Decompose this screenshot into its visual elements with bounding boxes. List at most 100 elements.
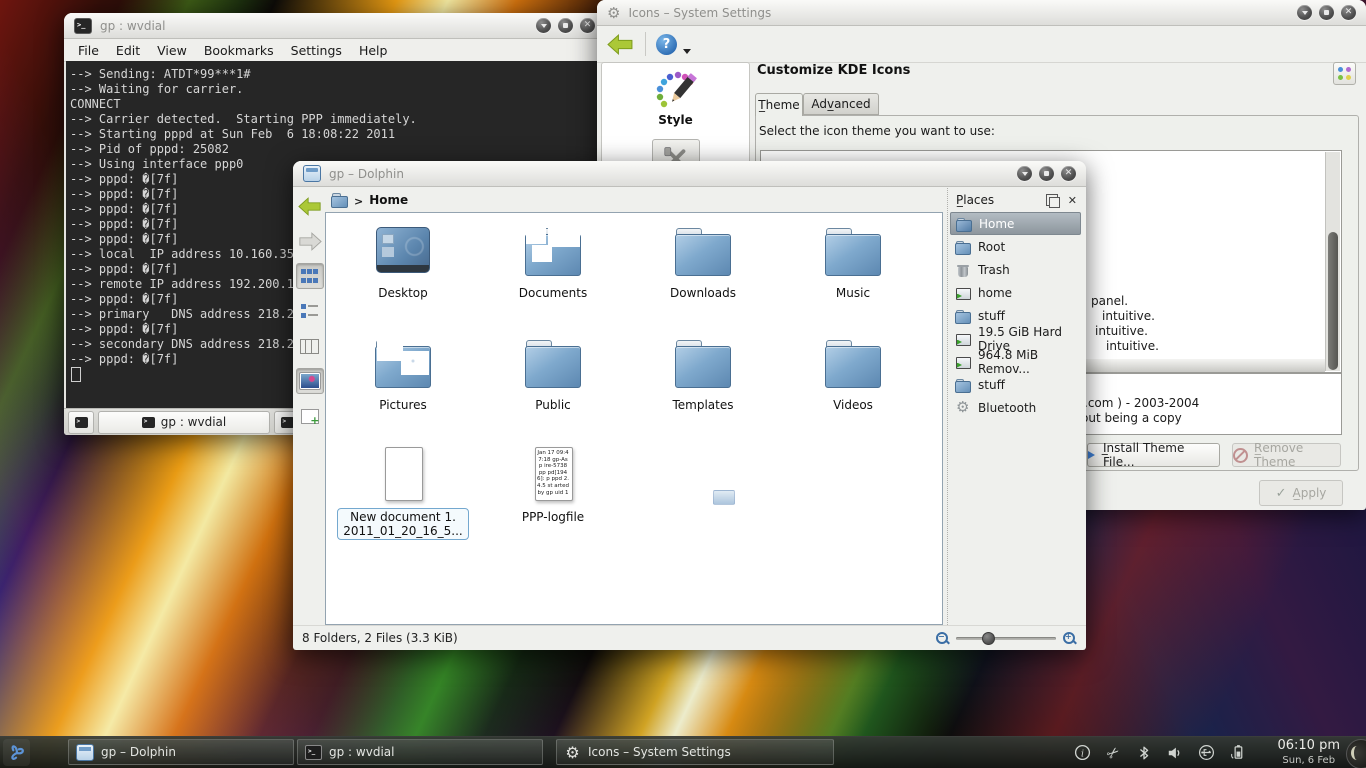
close-panel-icon[interactable]: ✕ — [1068, 194, 1077, 207]
place-label: Root — [978, 240, 1005, 254]
breadcrumb-separator-icon — [354, 190, 363, 209]
place-item[interactable]: home — [948, 281, 1083, 304]
maximize-button[interactable] — [1039, 166, 1054, 181]
system-settings-titlebar[interactable]: ⚙ Icons – System Settings ✕ — [597, 0, 1366, 26]
icon-theme-select-label: Select the icon theme you want to use: — [759, 124, 995, 138]
breadcrumb-home[interactable]: Home — [369, 193, 408, 207]
zoom-out-icon[interactable]: − — [935, 631, 950, 646]
info-icon[interactable]: i — [1073, 744, 1091, 762]
place-item[interactable]: Bluetooth — [948, 396, 1083, 419]
place-icon — [955, 262, 971, 278]
menu-item[interactable]: Bookmarks — [204, 43, 274, 58]
menu-item[interactable]: Settings — [291, 43, 342, 58]
file-item[interactable]: Public — [478, 331, 628, 443]
taskbar-task[interactable]: gp : wvdial — [297, 739, 543, 765]
place-item[interactable]: stuff — [948, 373, 1083, 396]
clock[interactable]: 06:10 pm Sun, 6 Feb — [1277, 738, 1340, 768]
close-button[interactable]: ✕ — [1061, 166, 1076, 181]
new-tab-button[interactable] — [68, 411, 94, 434]
taskbar-task[interactable]: Icons – System Settings — [556, 739, 834, 765]
file-item[interactable]: Pictures — [328, 331, 478, 443]
place-icon — [955, 400, 971, 416]
places-title: P̲laces — [956, 193, 1042, 207]
panel-cashew-icon[interactable] — [1346, 739, 1366, 768]
back-button[interactable] — [296, 193, 324, 219]
close-button[interactable]: ✕ — [580, 18, 595, 33]
folder-view[interactable]: Desktop Documents Downloads Music Pictur… — [325, 212, 943, 625]
file-item[interactable]: Jan 17 09:4 7:18 gp-Asp ire-5738 pp pd[1… — [478, 443, 628, 555]
battery-icon[interactable] — [1228, 744, 1246, 762]
chevron-down-icon[interactable] — [683, 49, 691, 54]
menu-item[interactable]: Edit — [116, 43, 140, 58]
sidebar-item-style[interactable]: Style — [654, 69, 698, 127]
preview-icon — [300, 373, 320, 389]
zoom-slider[interactable] — [956, 631, 1056, 646]
place-item[interactable]: Trash — [948, 258, 1083, 281]
remove-theme-button[interactable]: R̲emove Theme — [1232, 443, 1341, 467]
dolphin-titlebar[interactable]: gp – Dolphin ✕ — [293, 161, 1086, 187]
zoom-in-icon[interactable]: + — [1062, 631, 1077, 646]
file-item[interactable]: Documents — [478, 219, 628, 331]
back-arrow-icon — [607, 34, 634, 55]
place-item[interactable]: Root — [948, 235, 1083, 258]
preview-button[interactable] — [296, 368, 324, 394]
detach-panel-icon[interactable] — [1046, 194, 1058, 206]
scrollbar-thumb[interactable] — [1328, 232, 1338, 370]
usb-device-icon[interactable] — [1197, 744, 1215, 762]
file-item[interactable]: Desktop — [328, 219, 478, 331]
task-icon — [305, 745, 322, 760]
forward-arrow-icon — [298, 232, 322, 251]
app-launcher-button[interactable] — [3, 739, 30, 766]
file-item[interactable]: Templates — [628, 331, 778, 443]
scrollbar[interactable] — [1325, 152, 1340, 371]
maximize-button[interactable] — [1319, 5, 1334, 20]
place-item[interactable]: 964.8 MiB Remov... — [948, 350, 1083, 373]
theme-list-text: panel. — [1091, 294, 1128, 308]
file-item[interactable]: Videos — [778, 331, 928, 443]
apply-label: A̲pply — [1293, 486, 1327, 500]
task-icon — [564, 744, 581, 761]
terminal-line: --> Sending: ATDT*99***1# — [70, 67, 599, 82]
tab-theme[interactable]: T̲heme — [755, 93, 803, 116]
icons-view-button[interactable] — [296, 263, 324, 289]
file-item[interactable]: New document 1. 2011_01_20_16_5... — [328, 443, 478, 555]
menu-item[interactable]: File — [78, 43, 99, 58]
zoom-slider-handle[interactable] — [982, 632, 995, 645]
home-folder-icon[interactable] — [331, 193, 348, 207]
forward-button[interactable] — [296, 228, 324, 254]
minimize-button[interactable] — [1017, 166, 1032, 181]
details-view-button[interactable] — [296, 298, 324, 324]
place-label: Home — [979, 217, 1014, 231]
taskbar-task[interactable]: gp – Dolphin — [68, 739, 294, 765]
apply-button[interactable]: ✓ A̲pply — [1259, 480, 1343, 506]
volume-icon[interactable] — [1166, 744, 1184, 762]
columns-view-button[interactable] — [296, 333, 324, 359]
place-label: stuff — [978, 378, 1005, 392]
back-button[interactable] — [605, 32, 635, 56]
dolphin-window: gp – Dolphin ✕ Home — [293, 161, 1086, 650]
klipper-scissors-icon[interactable]: ✂ — [1104, 744, 1122, 762]
file-preview — [526, 225, 580, 265]
konsole-tab[interactable]: gp : wvdial — [98, 411, 270, 434]
minimize-button[interactable] — [1297, 5, 1312, 20]
file-item[interactable]: Downloads — [628, 219, 778, 331]
konsole-titlebar[interactable]: gp : wvdial ✕ — [64, 13, 605, 39]
menu-item[interactable]: View — [157, 43, 187, 58]
place-item[interactable]: Home — [950, 212, 1081, 235]
places-list: Home Root Trash home stuff — [948, 212, 1083, 419]
file-label: Music — [830, 284, 876, 302]
overview-grid-button[interactable] — [1333, 62, 1356, 85]
maximize-button[interactable] — [558, 18, 573, 33]
places-header[interactable]: P̲laces ✕ — [948, 188, 1083, 212]
file-preview — [377, 339, 429, 377]
file-icon — [521, 331, 585, 395]
menu-item[interactable]: Help — [359, 43, 388, 58]
help-button[interactable] — [656, 34, 677, 55]
minimize-button[interactable] — [536, 18, 551, 33]
close-button[interactable]: ✕ — [1341, 5, 1356, 20]
file-item[interactable]: Music — [778, 219, 928, 331]
split-view-button[interactable] — [296, 403, 324, 429]
install-theme-file-button[interactable]: I̲nstall Theme File... — [1087, 443, 1220, 467]
tab-advanced[interactable]: Adv̲anced — [803, 93, 879, 115]
bluetooth-icon[interactable] — [1135, 744, 1153, 762]
